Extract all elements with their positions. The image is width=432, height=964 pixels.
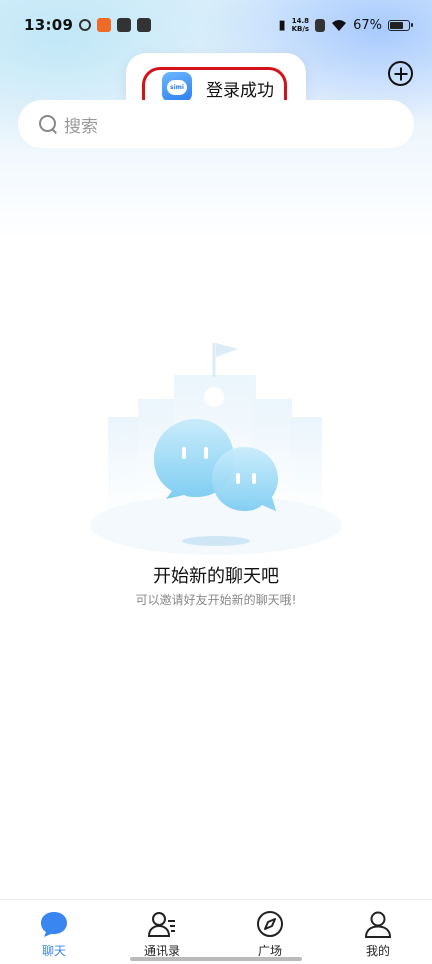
status-time: 13:09 <box>24 16 74 34</box>
battery-fill <box>390 21 403 29</box>
wifi-icon <box>332 19 347 31</box>
vibrate-icon: ▮ <box>278 17 286 33</box>
app-notification-icon-1 <box>79 19 92 31</box>
tab-profile[interactable]: 我的 <box>324 900 432 964</box>
empty-state-subtitle: 可以邀请好友开始新的聊天哦! <box>135 593 297 607</box>
tab-label-chat: 聊天 <box>41 944 66 958</box>
toast-message: 登录成功 <box>206 81 274 101</box>
search-icon <box>38 114 58 134</box>
tab-chat[interactable]: 聊天 <box>0 900 108 964</box>
app-notification-icon-2 <box>97 18 112 32</box>
play-notification-icon <box>117 18 132 32</box>
empty-chat-illustration <box>90 343 342 555</box>
message-notification-icon <box>137 18 152 32</box>
status-left: 13:09 <box>24 16 152 34</box>
battery-percent: 67% <box>353 17 382 33</box>
chat-bubble-icon <box>41 912 67 937</box>
network-speed-unit: KB/s <box>291 25 310 33</box>
app-logo-icon: simi <box>162 72 192 102</box>
tab-square[interactable]: 广场 <box>216 900 324 964</box>
sim-icon <box>315 18 326 32</box>
app-logo-label: simi <box>167 79 187 95</box>
network-speed-value: 14.8 <box>291 17 309 25</box>
plus-circle-icon[interactable] <box>388 61 413 86</box>
status-right: ▮ 14.8 KB/s 67% <box>278 17 413 33</box>
tab-label-profile: 我的 <box>365 944 390 958</box>
battery-icon <box>388 19 413 31</box>
compass-icon <box>257 911 283 937</box>
search-input[interactable]: 搜索 <box>18 100 414 148</box>
network-speed: 14.8 KB/s <box>292 17 309 33</box>
status-bar: 13:09 ▮ 14.8 KB/s 67% <box>0 0 432 50</box>
home-indicator[interactable] <box>130 957 302 961</box>
tab-contacts[interactable]: 通讯录 <box>108 900 216 964</box>
bottom-tab-bar: 聊天 通讯录 广场 我的 <box>0 899 432 964</box>
contacts-icon <box>147 912 175 937</box>
profile-icon <box>364 911 392 938</box>
empty-state-title: 开始新的聊天吧 <box>153 566 279 587</box>
search-placeholder: 搜索 <box>64 116 98 137</box>
